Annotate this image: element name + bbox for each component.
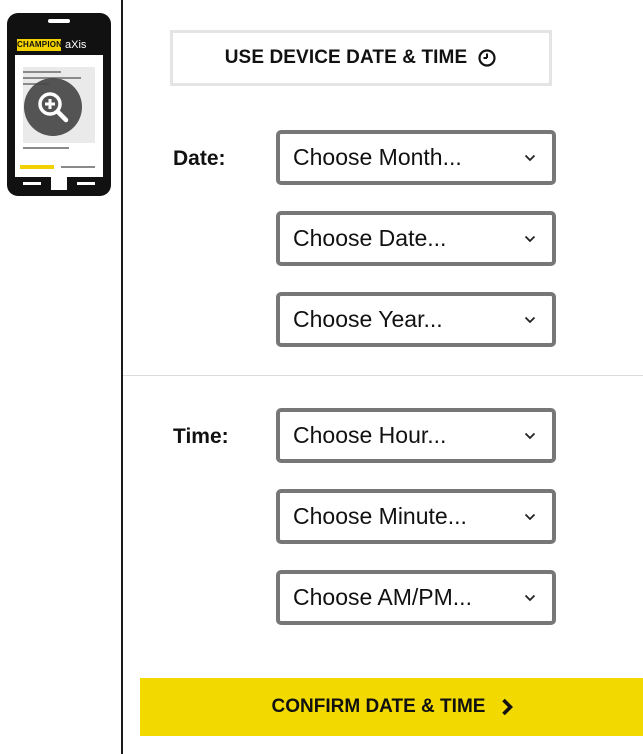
date-select[interactable]: Choose Date... [276, 211, 556, 266]
chevron-down-icon [524, 316, 536, 323]
zoom-in-button[interactable] [24, 78, 82, 136]
axis-logo: aXis [65, 39, 87, 51]
date-select-value: Choose Date... [293, 225, 447, 251]
month-select-value: Choose Month... [293, 144, 462, 170]
section-divider [123, 375, 643, 376]
phone-text-line [23, 147, 69, 149]
month-select[interactable]: Choose Month... [276, 130, 556, 185]
chevron-down-icon [524, 235, 536, 242]
clock-icon [478, 49, 496, 67]
minute-select-value: Choose Minute... [293, 503, 467, 529]
phone-preview-thumbnail[interactable]: CHAMPION aXis [7, 13, 111, 196]
chevron-right-icon [502, 698, 514, 716]
date-label: Date: [173, 147, 226, 170]
ampm-select[interactable]: Choose AM/PM... [276, 570, 556, 625]
ampm-select-value: Choose AM/PM... [293, 584, 472, 610]
device-button-label: USE DEVICE DATE & TIME [224, 47, 468, 68]
phone-gray-button [61, 166, 95, 168]
nav-home-icon [51, 176, 67, 190]
chevron-down-icon [524, 513, 536, 520]
hour-select[interactable]: Choose Hour... [276, 408, 556, 463]
time-label: Time: [173, 425, 229, 448]
minute-select[interactable]: Choose Minute... [276, 489, 556, 544]
chevron-down-icon [524, 154, 536, 161]
phone-brand-bar: CHAMPION aXis [15, 37, 103, 55]
zoom-in-icon [38, 92, 69, 123]
nav-menu-icon [77, 182, 95, 185]
chevron-down-icon [524, 594, 536, 601]
nav-back-icon [23, 182, 41, 185]
date-time-panel: USE DEVICE DATE & TIME Date: Choose Mont… [121, 0, 643, 754]
year-select-value: Choose Year... [293, 306, 443, 332]
hour-select-value: Choose Hour... [293, 422, 447, 448]
use-device-date-time-button[interactable]: USE DEVICE DATE & TIME [170, 30, 552, 86]
confirm-date-time-button[interactable]: CONFIRM DATE & TIME [140, 678, 643, 736]
year-select[interactable]: Choose Year... [276, 292, 556, 347]
confirm-button-label: CONFIRM DATE & TIME [271, 696, 486, 717]
phone-speaker [48, 19, 70, 23]
phone-yellow-button [20, 165, 54, 169]
chevron-down-icon [524, 432, 536, 439]
phone-text-line [23, 71, 61, 73]
champion-logo: CHAMPION [17, 39, 63, 51]
